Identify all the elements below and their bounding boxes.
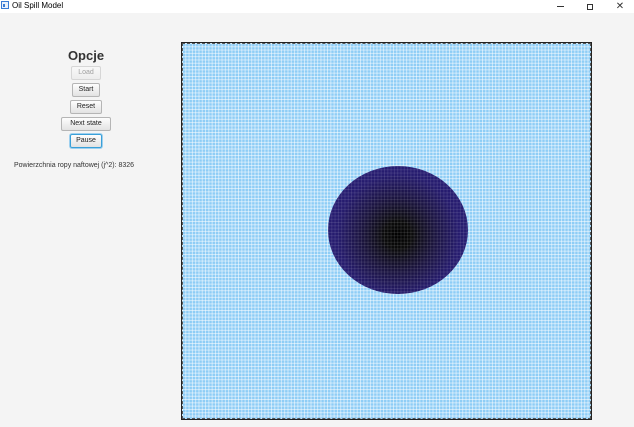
reset-button[interactable]: Reset xyxy=(70,100,102,114)
panel-title: Opcje xyxy=(67,48,105,63)
maximize-icon xyxy=(587,3,593,10)
next-state-button[interactable]: Next state xyxy=(61,117,111,131)
window-title: Oil Spill Model xyxy=(12,1,64,10)
oil-spill xyxy=(328,166,468,294)
minimize-icon xyxy=(556,6,564,7)
load-button[interactable]: Load xyxy=(71,66,101,80)
close-icon: ✕ xyxy=(615,0,625,12)
simulation-grid[interactable] xyxy=(181,42,592,420)
pause-button[interactable]: Pause xyxy=(70,134,102,148)
app-icon xyxy=(1,1,9,9)
title-bar: Oil Spill Model ✕ xyxy=(0,0,634,13)
oil-area-label: Powierzchnia ropy naftowej (j^2): 8326 xyxy=(14,162,135,169)
start-button[interactable]: Start xyxy=(72,83,100,97)
close-button[interactable]: ✕ xyxy=(600,0,634,13)
